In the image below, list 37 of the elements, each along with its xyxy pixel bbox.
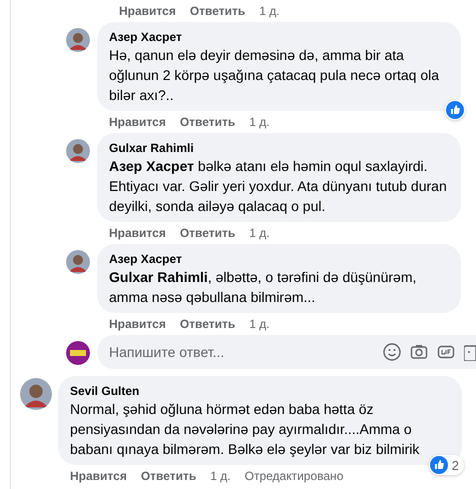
timestamp[interactable]: 1 д. [259,3,280,19]
reply-link[interactable]: Ответить [180,114,236,130]
like-icon [430,456,448,474]
reaction-badge[interactable] [445,100,465,120]
timestamp[interactable]: 1 д. [249,316,270,332]
gif-icon[interactable] [437,343,455,361]
reaction-count[interactable]: 2 [428,455,464,475]
author-name[interactable]: Sevil Gulten [70,383,450,399]
reply-link[interactable]: Ответить [140,468,196,484]
author-name[interactable]: Азер Хасрет [109,251,449,267]
author-name[interactable]: Gulxar Rahimli [109,140,449,156]
avatar[interactable] [66,341,90,365]
like-link[interactable]: Нравится [109,114,166,130]
reply-input[interactable]: Напишите ответ... [97,335,476,369]
avatar[interactable] [66,139,90,163]
avatar[interactable] [20,378,52,410]
like-icon [446,101,464,119]
reply-link[interactable]: Ответить [180,316,236,332]
timestamp[interactable]: 1 д. [249,114,270,130]
like-link[interactable]: Нравится [109,316,166,332]
like-link[interactable]: Нравится [109,225,166,241]
reply-link[interactable]: Ответить [190,3,246,19]
comment-text: Gulxar Rahimli, əlbəttə, o tərəfini də düşünürəm, amma nəsə qəbullana bilmirəm... [109,268,418,307]
comment-text: Hə, qanun elə deyir deməsinə də, amma bir ata oğlunun 2 körpə uşağına çatacaq pula necə ortaq ola bilər axı?.. [109,46,440,105]
like-link[interactable]: Нравится [70,468,127,484]
reply-link[interactable]: Ответить [180,225,236,241]
emoji-icon[interactable] [383,343,401,361]
timestamp[interactable]: 1 д. [249,225,270,241]
edited-label: Отредактировано [244,468,344,484]
author-name[interactable]: Азер Хасрет [109,29,449,45]
comment-text: Normal, şəhid oğluna hörmət edən baba hətta öz pensiyasından da nəvələrinə pay ayırmalıdır....Amma o babanı qınaya bilmərəm. Bəlkə elə şeylər var biz bilmirik [70,400,420,459]
comment-text: Азер Хасрет bəlkə atanı elə həmin oqul saxlayirdi. Ehtiyacı var. Gəlir yeri yoxdur. Ata dünyanı tutub duran deyilki, sonda ailəyə qalacaq o pul. [109,157,448,216]
avatar[interactable] [66,250,90,274]
like-link[interactable]: Нравится [119,3,176,19]
timestamp[interactable]: 1 д. [210,468,231,484]
camera-icon[interactable] [410,343,428,361]
avatar[interactable] [66,28,90,52]
